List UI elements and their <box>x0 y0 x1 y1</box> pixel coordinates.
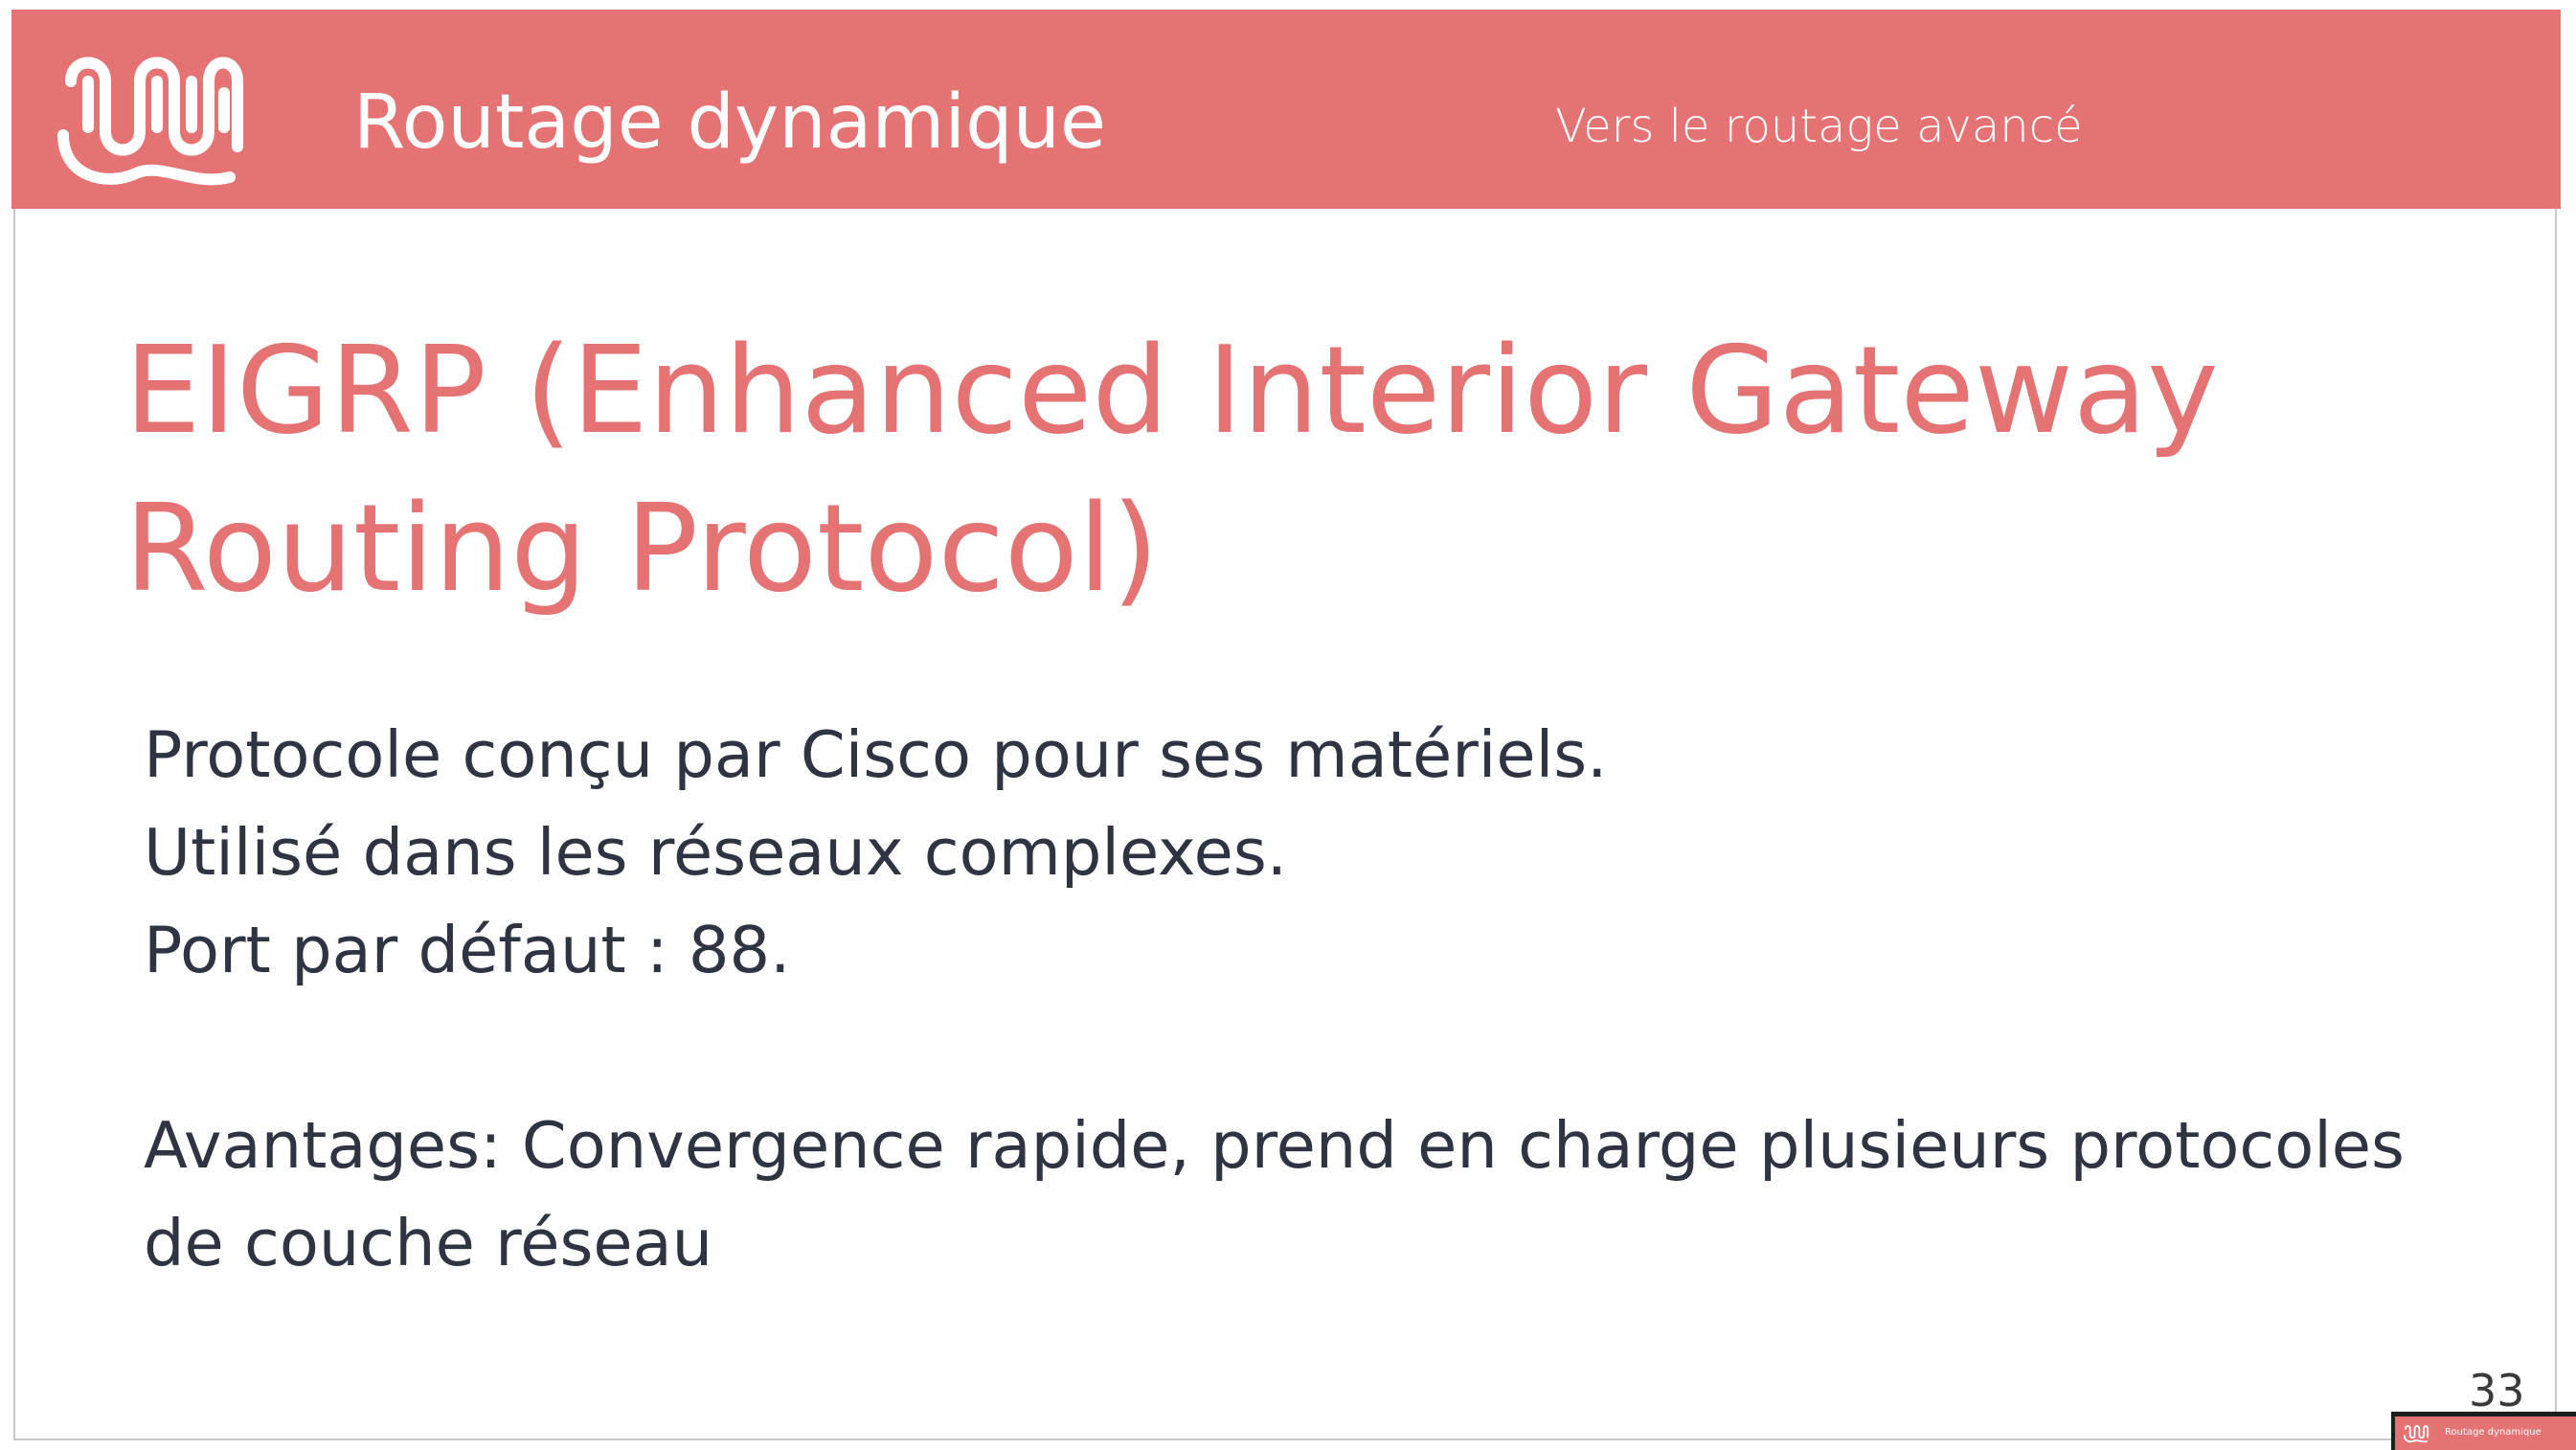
squiggle-logo-icon <box>57 57 243 186</box>
body-spacer <box>144 999 2461 1097</box>
header-subtitle: Vers le routage avancé <box>1555 100 2083 153</box>
page-number: 33 <box>2469 1365 2525 1416</box>
thumbnail-header: Routage dynamique <box>2395 1416 2576 1450</box>
slide-thumbnail[interactable]: Routage dynamique <box>2391 1412 2576 1450</box>
header-title: Routage dynamique <box>353 79 1107 166</box>
advantages-text: Avantages: Convergence rapide, prend en … <box>144 1108 2405 1280</box>
body-line: Protocole conçu par Cisco pour ses matér… <box>144 717 1608 792</box>
body-line: Port par défaut : 88. <box>144 913 791 987</box>
slide-title: EIGRP (Enhanced Interior Gateway Routing… <box>124 320 2219 619</box>
body-line: Utilisé dans les réseaux complexes. <box>144 815 1288 890</box>
thumbnail-title: Routage dynamique <box>2445 1427 2542 1438</box>
slide-body: Protocole conçu par Cisco pour ses matér… <box>144 706 2461 1292</box>
slide-header: Routage dynamique Vers le routage avancé <box>11 10 2561 209</box>
squiggle-logo-icon <box>2403 1425 2429 1443</box>
